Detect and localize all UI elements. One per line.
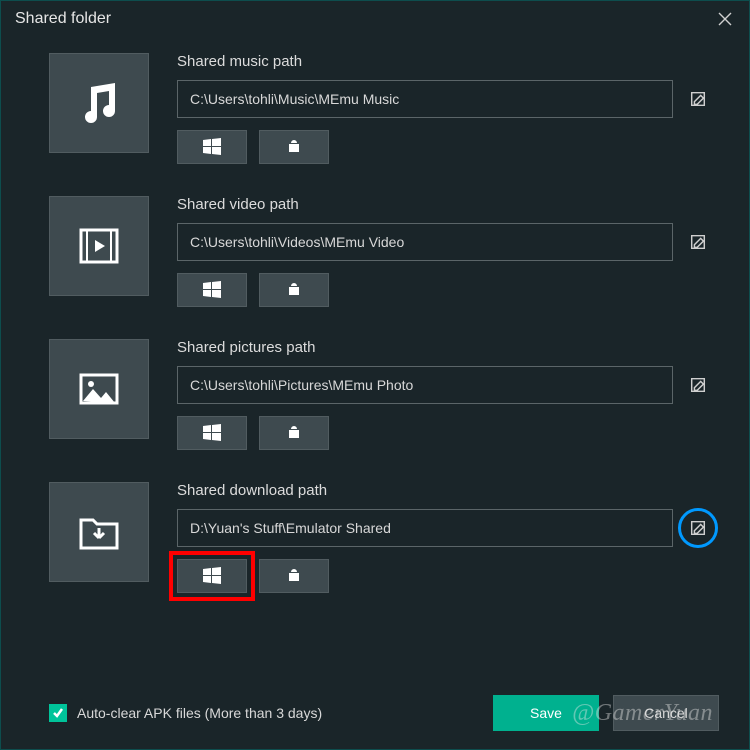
video-tile [49, 196, 149, 296]
auto-clear-checkbox[interactable]: Auto-clear APK files (More than 3 days) [49, 704, 322, 722]
row-pictures: Shared pictures path [49, 339, 709, 450]
download-label: Shared download path [177, 482, 709, 499]
close-button[interactable] [715, 9, 735, 29]
content: Shared music path Shared video path [1, 37, 749, 593]
windows-icon [203, 567, 221, 585]
pictures-icon [75, 365, 123, 413]
video-open-windows-button[interactable] [177, 273, 247, 307]
music-tile [49, 53, 149, 153]
row-download: Shared download path [49, 482, 709, 593]
titlebar: Shared folder [1, 1, 749, 37]
video-open-android-button[interactable] [259, 273, 329, 307]
music-path-input[interactable] [177, 80, 673, 118]
checkbox-checked-icon [49, 704, 67, 722]
pictures-open-android-button[interactable] [259, 416, 329, 450]
window-title: Shared folder [15, 10, 111, 28]
android-icon [285, 424, 303, 442]
video-edit-button[interactable] [687, 231, 709, 253]
pictures-tile [49, 339, 149, 439]
download-open-android-button[interactable] [259, 559, 329, 593]
android-icon [285, 138, 303, 156]
edit-icon [689, 233, 707, 251]
video-path-input[interactable] [177, 223, 673, 261]
close-icon [718, 12, 732, 26]
row-music: Shared music path [49, 53, 709, 164]
save-button[interactable]: Save [493, 695, 599, 731]
pictures-edit-button[interactable] [687, 374, 709, 396]
edit-icon [689, 376, 707, 394]
windows-icon [203, 281, 221, 299]
windows-icon [203, 424, 221, 442]
music-edit-button[interactable] [687, 88, 709, 110]
video-icon [75, 222, 123, 270]
download-folder-icon [75, 508, 123, 556]
download-path-input[interactable] [177, 509, 673, 547]
auto-clear-label: Auto-clear APK files (More than 3 days) [77, 705, 322, 721]
pictures-path-input[interactable] [177, 366, 673, 404]
music-open-windows-button[interactable] [177, 130, 247, 164]
music-label: Shared music path [177, 53, 709, 70]
pictures-open-windows-button[interactable] [177, 416, 247, 450]
android-icon [285, 567, 303, 585]
download-edit-button[interactable] [687, 517, 709, 539]
edit-icon [689, 519, 707, 537]
pictures-label: Shared pictures path [177, 339, 709, 356]
music-open-android-button[interactable] [259, 130, 329, 164]
music-icon [75, 79, 123, 127]
cancel-button[interactable]: Cancel [613, 695, 719, 731]
footer: Auto-clear APK files (More than 3 days) … [1, 677, 749, 749]
edit-icon [689, 90, 707, 108]
video-label: Shared video path [177, 196, 709, 213]
android-icon [285, 281, 303, 299]
row-video: Shared video path [49, 196, 709, 307]
download-open-windows-button[interactable] [177, 559, 247, 593]
download-tile [49, 482, 149, 582]
windows-icon [203, 138, 221, 156]
